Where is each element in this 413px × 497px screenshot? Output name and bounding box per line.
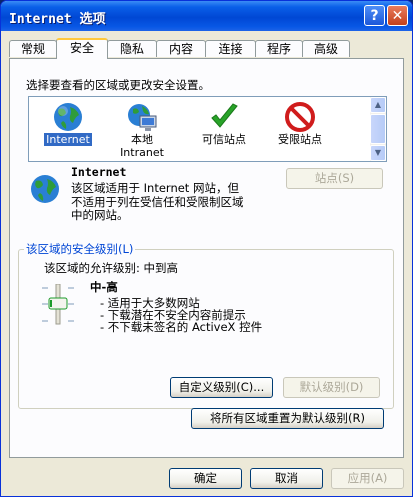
- allowed-levels-text: 该区域的允许级别: 中到高: [44, 261, 179, 275]
- intranet-icon: [128, 104, 157, 131]
- cancel-button[interactable]: 取消: [250, 468, 323, 489]
- selected-zone-globe-icon: [31, 175, 59, 203]
- internet-options-dialog: Internet 选项 ? ✕ 常规 安全 隐私 内容 连接 程序 高级 选择要…: [0, 0, 413, 497]
- scroll-up-button[interactable]: ▲: [370, 97, 386, 113]
- checkmark-icon: [211, 103, 238, 128]
- zone-list-scrollbar[interactable]: ▲ ▼: [370, 97, 386, 161]
- tab-general[interactable]: 常规: [9, 40, 57, 57]
- zone-label-trusted-sites: 可信站点: [202, 133, 246, 146]
- tab-programs[interactable]: 程序: [255, 40, 303, 57]
- globe-icon: [54, 103, 82, 131]
- zone-instruction: 选择要查看的区域或更改安全设置。: [26, 78, 210, 92]
- zone-trusted-sites[interactable]: 可信站点: [189, 99, 259, 146]
- zone-label-internet: Internet: [44, 133, 92, 146]
- security-level-slider[interactable]: [38, 284, 78, 326]
- apply-button[interactable]: 应用(A): [331, 468, 404, 489]
- security-level-name: 中-高: [90, 280, 118, 294]
- zone-label-local-intranet: 本地 Intranet: [120, 133, 164, 159]
- close-button[interactable]: ✕: [387, 5, 408, 26]
- default-level-button[interactable]: 默认级别(D): [283, 377, 380, 398]
- no-entry-icon: [285, 102, 315, 132]
- scroll-down-button[interactable]: ▼: [370, 145, 386, 161]
- tab-security[interactable]: 安全: [56, 38, 108, 59]
- sites-button[interactable]: 站点(S): [286, 168, 383, 189]
- selected-zone-name: Internet: [71, 165, 127, 179]
- reset-all-zones-button[interactable]: 将所有区域重置为默认级别(R): [191, 408, 384, 429]
- scroll-thumb[interactable]: [370, 114, 386, 144]
- custom-level-button[interactable]: 自定义级别(C)...: [170, 377, 273, 398]
- zone-local-intranet[interactable]: 本地 Intranet: [107, 99, 177, 159]
- zone-label-restricted-sites: 受限站点: [278, 133, 322, 146]
- zone-internet[interactable]: Internet: [33, 99, 103, 146]
- ok-button[interactable]: 确定: [169, 468, 242, 489]
- level-bullet-3: - 不下载未签名的 ActiveX 控件: [100, 320, 263, 334]
- tab-connections[interactable]: 连接: [205, 40, 256, 57]
- tab-content[interactable]: 内容: [156, 40, 206, 57]
- security-level-group-title: 该区域的安全级别(L): [24, 241, 136, 257]
- tab-privacy[interactable]: 隐私: [107, 40, 157, 57]
- zone-description: 该区域适用于 Internet 网站，但 不适用于列在受信任和受限制区域 中的网…: [71, 181, 244, 222]
- window-title: Internet 选项: [9, 12, 106, 27]
- security-tab-panel: 选择要查看的区域或更改安全设置。 Internet 本地 Intranet 可信…: [9, 58, 404, 458]
- zone-restricted-sites[interactable]: 受限站点: [265, 99, 335, 146]
- title-bar[interactable]: Internet 选项 ? ✕: [1, 1, 412, 31]
- help-button[interactable]: ?: [364, 5, 385, 26]
- tab-advanced[interactable]: 高级: [302, 40, 350, 57]
- zone-list[interactable]: Internet 本地 Intranet 可信站点 受限站点 ▲ ▼: [28, 96, 387, 162]
